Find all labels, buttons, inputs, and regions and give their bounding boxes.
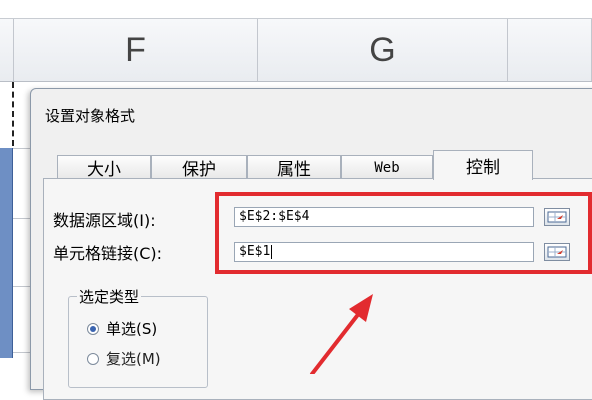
tab-control[interactable]: 控制: [433, 150, 533, 180]
annotation-arrow-icon: [310, 294, 373, 374]
